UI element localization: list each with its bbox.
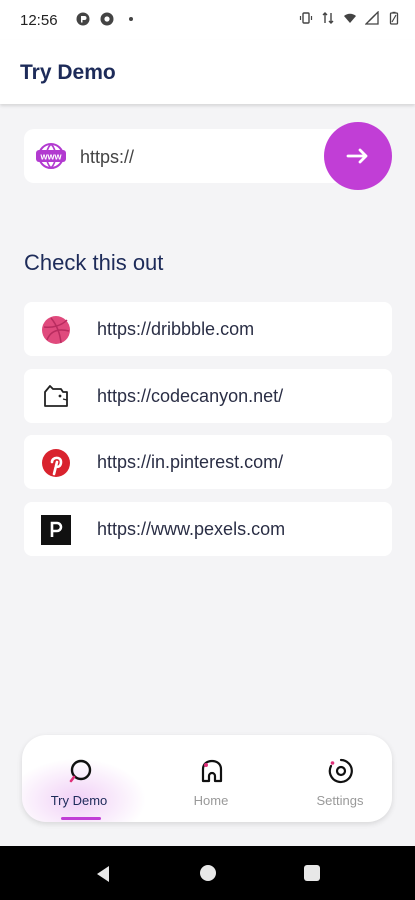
nav-label: Home — [193, 793, 229, 808]
url-input-container: www — [24, 129, 364, 183]
section-title: Check this out — [24, 250, 164, 275]
chrome-icon — [100, 12, 114, 26]
site-url: https://dribbble.com — [97, 319, 255, 339]
site-url: https://in.pinterest.com/ — [97, 452, 284, 472]
arrow-right-icon — [346, 148, 368, 164]
nav-item-home[interactable]: Home — [156, 735, 266, 822]
site-item-codecanyon[interactable]: https://codecanyon.net/ — [24, 369, 392, 423]
home-icon — [201, 759, 223, 783]
site-item-dribbble[interactable]: https://dribbble.com — [24, 302, 392, 356]
url-input[interactable] — [78, 139, 312, 175]
site-url: https://www.pexels.com — [97, 519, 286, 539]
status-notification-icons — [76, 12, 138, 26]
system-nav-bar — [0, 846, 415, 900]
back-icon[interactable] — [94, 865, 112, 883]
vibrate-icon — [299, 12, 313, 24]
codecanyon-icon — [44, 385, 68, 407]
signal-icon — [365, 11, 379, 25]
app-notification-icon — [76, 12, 90, 26]
site-item-pexels[interactable]: https://www.pexels.com — [24, 502, 392, 556]
page-title: Try Demo — [20, 61, 116, 84]
wifi-icon — [344, 13, 356, 23]
battery-icon — [389, 11, 399, 25]
search-icon — [69, 759, 92, 783]
active-tab-indicator — [61, 817, 101, 820]
settings-icon — [328, 758, 353, 784]
svg-text:www: www — [39, 152, 62, 162]
pexels-icon — [41, 515, 71, 545]
www-globe-icon: www — [36, 143, 66, 169]
nav-item-settings[interactable]: Settings — [285, 735, 392, 822]
go-button[interactable] — [324, 122, 392, 190]
bottom-nav: Try Demo Home Settings — [22, 735, 392, 822]
status-bar: 12:56 — [0, 0, 415, 40]
nav-item-try-demo[interactable]: Try Demo — [24, 735, 134, 822]
nav-label: Settings — [316, 793, 364, 808]
recent-apps-icon[interactable] — [304, 865, 320, 881]
status-system-icons — [299, 11, 401, 25]
status-time: 12:56 — [20, 12, 58, 29]
site-url: https://codecanyon.net/ — [97, 386, 284, 406]
data-arrows-icon — [322, 12, 334, 24]
app-bar: Try Demo — [0, 40, 415, 104]
pinterest-icon — [42, 449, 70, 477]
nav-label: Try Demo — [50, 793, 108, 808]
dot-icon — [129, 17, 133, 21]
home-circle-icon[interactable] — [200, 865, 216, 881]
site-item-pinterest[interactable]: https://in.pinterest.com/ — [24, 435, 392, 489]
dribbble-icon — [42, 316, 70, 344]
